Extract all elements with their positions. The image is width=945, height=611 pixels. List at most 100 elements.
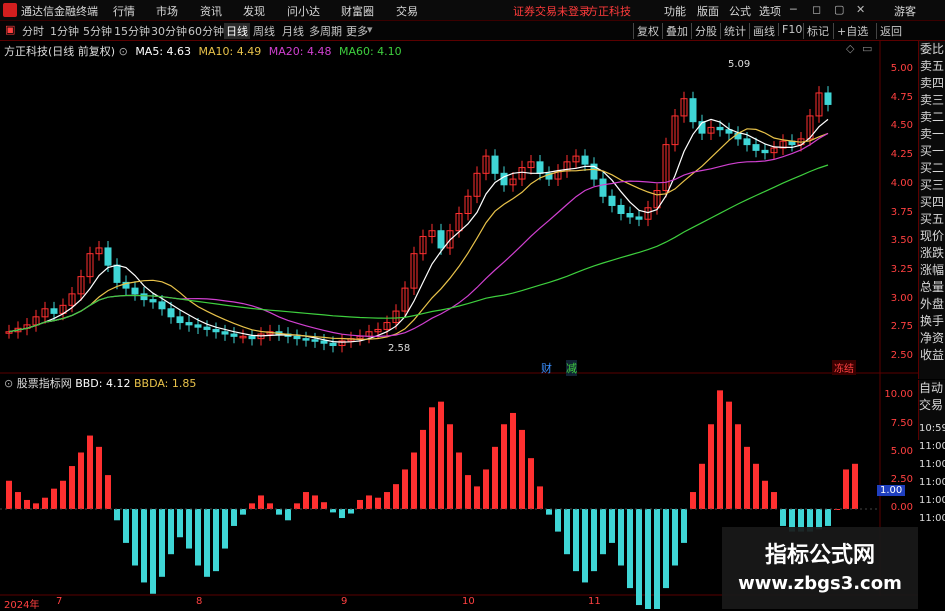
bbd-bar <box>87 435 93 509</box>
y-tick-label: 2.75 <box>890 321 913 333</box>
bbd-bar <box>33 503 39 509</box>
candle-body <box>302 338 310 341</box>
time-slot: 11:00 <box>919 459 945 470</box>
bbd-bar <box>483 469 489 509</box>
bbd-bar <box>627 509 633 589</box>
candle-body <box>635 216 643 220</box>
candle-body <box>221 331 229 335</box>
bbd-bar <box>420 429 426 509</box>
candle-body <box>824 92 832 105</box>
bbd-bar <box>852 463 858 509</box>
bbd-bar <box>618 509 624 566</box>
bbd-bar <box>492 446 498 509</box>
bbd-bar <box>546 509 552 515</box>
watermark-url: www.zbgs3.com <box>738 573 902 594</box>
bbd-bar <box>600 509 606 555</box>
bbd-bar <box>348 509 354 514</box>
finance-badge[interactable]: 财 <box>541 360 552 376</box>
auto-label[interactable]: 自动 <box>919 380 945 397</box>
panel-item: 收益 <box>920 348 945 362</box>
panel-item: 卖三 <box>920 93 945 107</box>
candle-body <box>293 335 301 340</box>
candle-body <box>743 138 751 146</box>
candle-body <box>626 213 634 218</box>
bbd-bar <box>366 495 372 509</box>
bbd-bar <box>393 484 399 509</box>
panel-item: 卖五 <box>920 59 945 73</box>
candle-body <box>581 155 589 165</box>
date-month-label: 9 <box>341 596 348 607</box>
bbd-bar <box>411 452 417 509</box>
ma60-line <box>8 164 829 333</box>
candle-body <box>311 339 319 342</box>
indicator-marker-value: 1.00 <box>877 485 906 496</box>
bbd-bar <box>528 458 534 509</box>
bbd-bar <box>717 390 723 509</box>
panel-item: 买五 <box>920 212 945 226</box>
candle-body <box>176 316 184 324</box>
time-slot: 11:00 <box>919 441 945 452</box>
panel-item: 卖一 <box>920 127 945 141</box>
bbd-bar <box>132 509 138 566</box>
candle-body <box>761 149 769 154</box>
bbd-bar <box>753 463 759 509</box>
chart-canvas[interactable] <box>0 0 945 609</box>
bbd-bar <box>456 452 462 509</box>
bbd-bar <box>168 509 174 555</box>
panel-item: 买三 <box>920 178 945 192</box>
candle-body <box>536 161 544 174</box>
panel-item: 净资 <box>920 331 945 345</box>
bbd-bar <box>195 509 201 566</box>
candle-body <box>320 340 328 344</box>
y-tick-label: 3.25 <box>890 263 913 275</box>
bbd-bar <box>681 509 687 543</box>
candle-body <box>140 293 148 301</box>
y-tick-label: 4.75 <box>890 91 913 103</box>
trade-label[interactable]: 交易 <box>919 397 945 414</box>
bbd-bar <box>708 424 714 509</box>
candle-body <box>194 324 202 328</box>
bbd-bar <box>321 502 327 509</box>
ma5-line <box>8 118 829 343</box>
candle-body <box>599 178 607 197</box>
bbd-bar <box>501 424 507 509</box>
y-tick-label: 4.25 <box>890 149 913 161</box>
bbd-bar <box>42 497 48 509</box>
freeze-badge[interactable]: 冻结 <box>832 360 856 375</box>
ma10-line <box>8 128 829 341</box>
bbd-bar <box>96 446 102 509</box>
y-tick-label: 2.50 <box>890 350 913 361</box>
candle-body <box>230 333 238 337</box>
bbd-bar <box>762 480 768 509</box>
y-tick-label: 3.50 <box>890 235 913 247</box>
bbd-bar <box>276 509 282 515</box>
bbd-bar <box>51 488 57 509</box>
bbd-bar <box>177 509 183 538</box>
candle-body <box>185 322 193 326</box>
bbd-bar <box>825 509 831 526</box>
bbd-bar <box>159 509 165 577</box>
bbd-bar <box>312 495 318 509</box>
bbd-bar <box>141 509 147 583</box>
bbd-bar <box>555 509 561 532</box>
bbd-bar <box>213 509 219 572</box>
quote-panel: 委比 卖五 卖四 卖三 卖二 卖一 买一 买二 买三 买四 买五 现价 涨跌 涨… <box>918 41 945 379</box>
reduce-badge[interactable]: 减 <box>566 360 577 376</box>
indicator-y-tick-label: 10.00 <box>884 389 913 400</box>
bbd-bar <box>69 466 75 509</box>
candle-body <box>752 144 760 151</box>
bbd-bar <box>447 424 453 509</box>
bbd-bar <box>78 452 84 509</box>
high-price-label: 5.09 <box>728 59 751 70</box>
low-price-label: 2.58 <box>388 343 411 354</box>
candle-body <box>500 172 508 186</box>
candle-body <box>437 230 445 249</box>
watermark-title: 指标公式网 <box>764 543 875 568</box>
y-tick-label: 3.00 <box>890 292 913 304</box>
bbd-bar <box>582 509 588 583</box>
date-month-label: 10 <box>462 596 475 607</box>
indicator-y-tick-label: 7.50 <box>890 418 913 429</box>
bbd-bar <box>339 509 345 519</box>
bbd-bar <box>564 509 570 555</box>
bbd-bar <box>186 509 192 549</box>
